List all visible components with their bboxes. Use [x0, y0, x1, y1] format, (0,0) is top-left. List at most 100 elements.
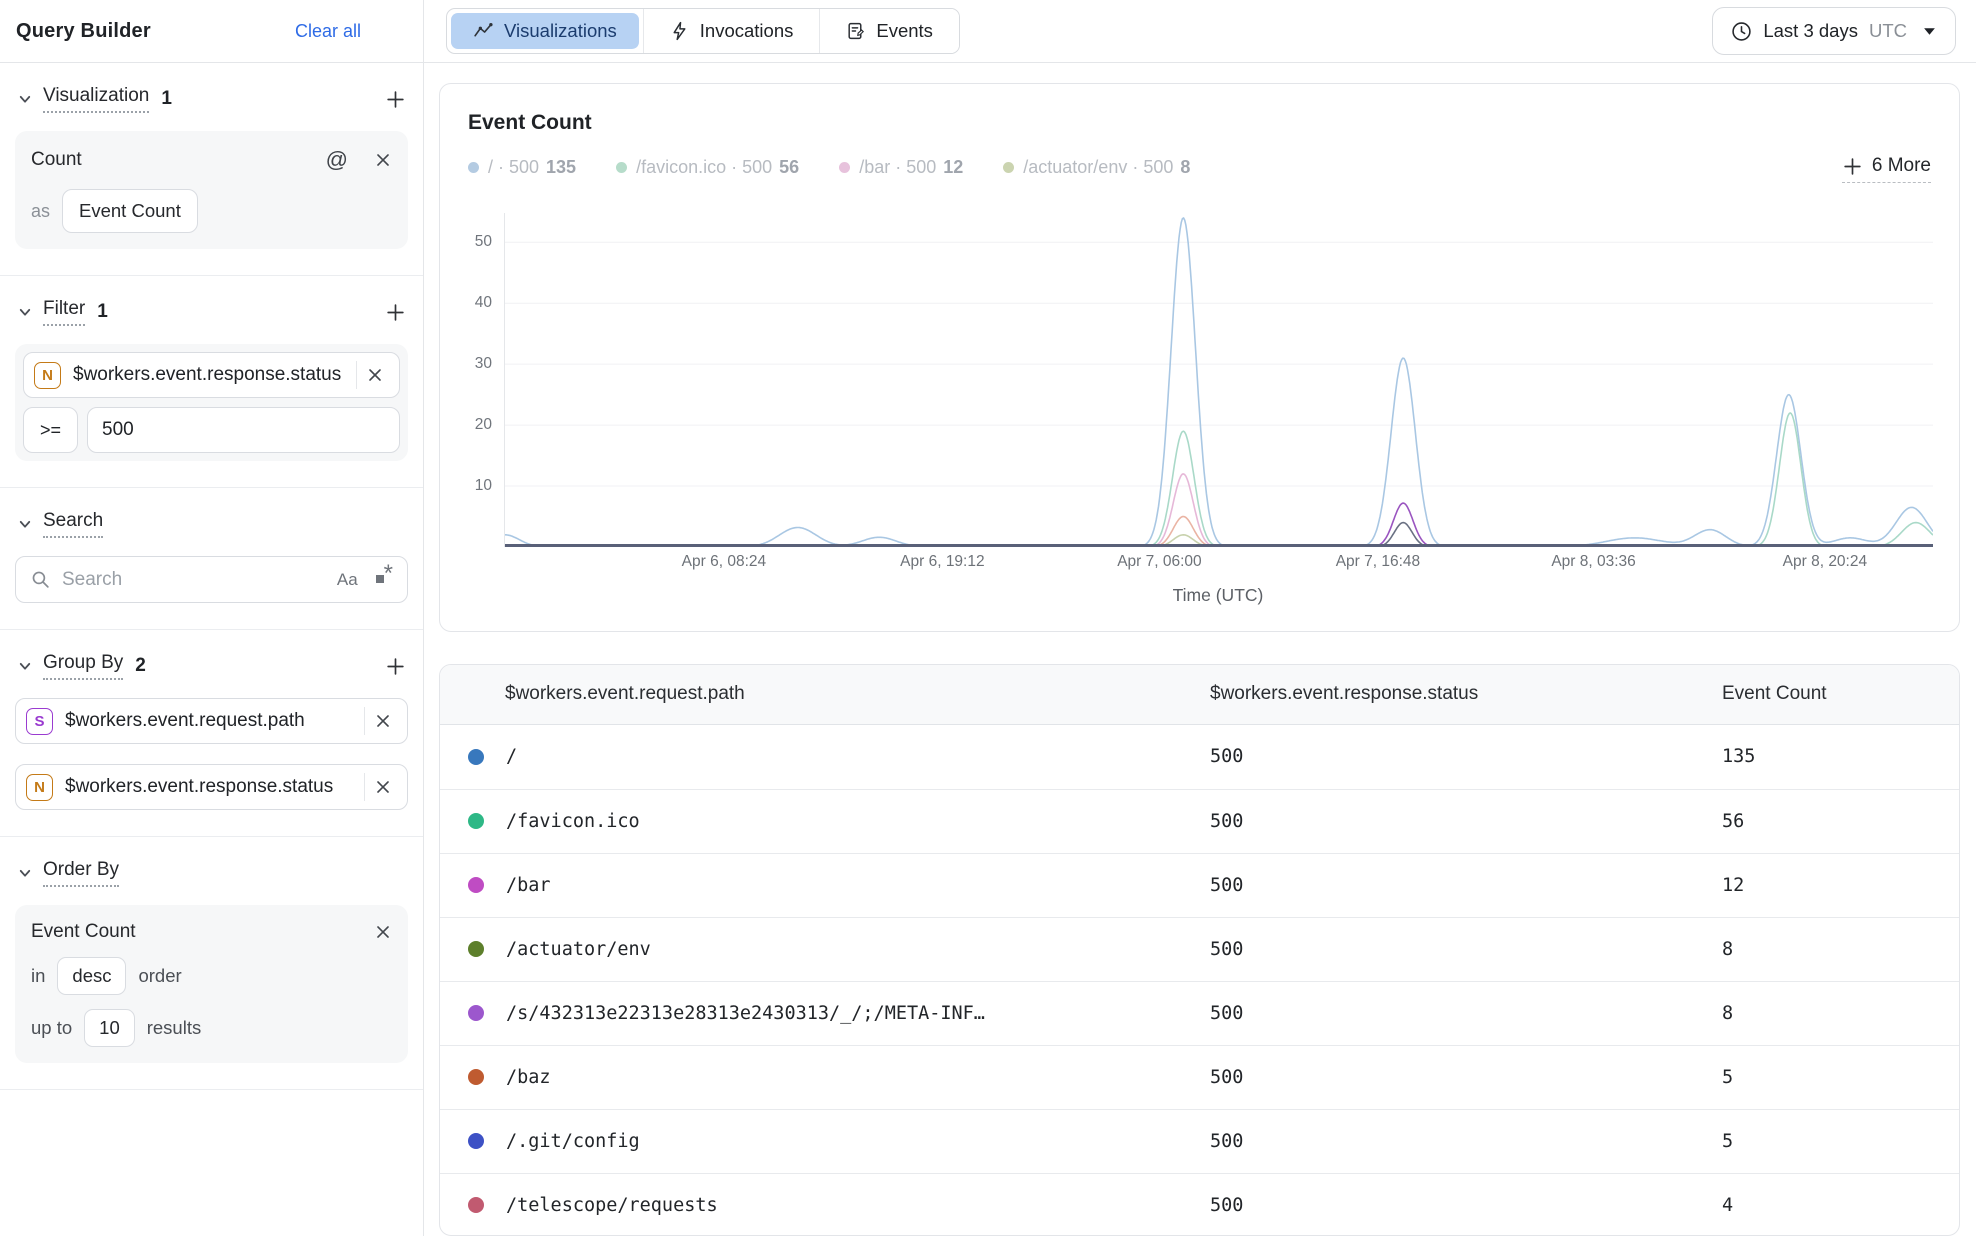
chart-plot-area: 1020304050 — [468, 213, 1931, 547]
time-range-label: Last 3 days — [1763, 20, 1858, 42]
chevron-down-icon[interactable] — [17, 516, 33, 532]
legend-label: /actuator/env · 500 — [1023, 157, 1173, 178]
in-label: in — [31, 965, 45, 987]
chevron-down-icon[interactable] — [17, 304, 33, 320]
number-type-icon: N — [26, 774, 53, 801]
group-by-section: Group By 2 S$workers.event.request.path N… — [0, 630, 423, 837]
results-table-card: $workers.event.request.path $workers.eve… — [439, 664, 1960, 1236]
legend-count: 56 — [779, 157, 799, 178]
chart-legend-items: / · 500135/favicon.ico · 500 56/bar · 500… — [468, 157, 1230, 178]
result-limit-input[interactable]: 10 — [84, 1009, 135, 1047]
legend-label: /favicon.ico · 500 — [636, 157, 772, 178]
filter-section: Filter 1 N $workers.event.response.statu… — [0, 276, 423, 488]
cell-request-path: /s/432313e22313e28313e2430313/_/;/META-I… — [506, 1003, 985, 1024]
visualization-section-title: Visualization — [43, 85, 149, 113]
chart-canvas[interactable] — [504, 213, 1931, 547]
regex-toggle-icon[interactable]: * — [376, 575, 393, 585]
series-color-dot — [468, 941, 484, 957]
tab-visualizations[interactable]: Visualizations — [451, 13, 639, 49]
x-axis-tick: Apr 8, 20:24 — [1755, 553, 1895, 571]
legend-label: / · 500 — [488, 157, 539, 178]
cell-event-count: 135 — [1722, 746, 1959, 767]
chart-card: Event Count / · 500135/favicon.ico · 500… — [439, 83, 1960, 632]
series-color-dot — [468, 1133, 484, 1149]
search-section-header: Search — [15, 510, 408, 556]
cell-response-status: 500 — [1210, 811, 1722, 832]
group-by-count-badge: 2 — [135, 655, 146, 677]
group-by-field[interactable]: S$workers.event.request.path — [15, 698, 408, 744]
tab-invocations-label: Invocations — [700, 20, 794, 42]
filter-value-input[interactable]: 500 — [87, 407, 400, 453]
search-section-title: Search — [43, 510, 103, 538]
order-by-section-header: Order By — [15, 859, 408, 905]
tab-visualizations-label: Visualizations — [504, 20, 617, 42]
filter-operator-select[interactable]: >= — [23, 407, 78, 453]
add-filter-button[interactable] — [385, 302, 406, 323]
filter-field[interactable]: N $workers.event.response.status — [23, 352, 400, 398]
cell-event-count: 12 — [1722, 875, 1959, 896]
legend-more-button[interactable]: 6 More — [1842, 155, 1931, 183]
chart-y-axis: 1020304050 — [468, 213, 504, 547]
tab-invocations[interactable]: Invocations — [643, 9, 820, 53]
x-axis-tick: Apr 7, 06:00 — [1089, 553, 1229, 571]
time-range-selector[interactable]: Last 3 days UTC — [1712, 7, 1956, 55]
search-box: Aa * — [15, 556, 408, 603]
table-body: /500135/favicon.ico50056/bar50012/actuat… — [440, 725, 1959, 1236]
series-color-dot — [839, 162, 850, 173]
cell-response-status: 500 — [1210, 939, 1722, 960]
visualization-card: Count @ as Event Count — [15, 131, 408, 249]
chevron-down-icon[interactable] — [17, 658, 33, 674]
table-row: /favicon.ico50056 — [440, 789, 1959, 853]
cell-request-path: / — [506, 746, 517, 767]
match-case-toggle[interactable]: Aa — [337, 570, 358, 590]
chevron-down-icon[interactable] — [17, 865, 33, 881]
legend-count: 8 — [1180, 157, 1190, 178]
table-header-row: $workers.event.request.path $workers.eve… — [440, 665, 1959, 725]
app-root: Query Builder Clear all Visualization 1 … — [0, 0, 1976, 1236]
cell-response-status: 500 — [1210, 746, 1722, 767]
legend-more-label: 6 More — [1872, 155, 1931, 177]
cell-response-status: 500 — [1210, 875, 1722, 896]
clear-all-link[interactable]: Clear all — [295, 21, 361, 42]
cell-event-count: 5 — [1722, 1067, 1959, 1088]
search-input[interactable] — [62, 569, 337, 591]
series-color-dot — [468, 1005, 484, 1021]
group-by-field[interactable]: N$workers.event.response.status — [15, 764, 408, 810]
legend-item[interactable]: /bar · 50012 — [839, 157, 963, 178]
x-axis-tick: Apr 6, 08:24 — [654, 553, 794, 571]
remove-filter-button[interactable] — [357, 366, 393, 384]
search-icon — [30, 569, 51, 590]
visualization-alias-button[interactable]: Event Count — [62, 189, 198, 233]
legend-count: 12 — [943, 157, 963, 178]
tab-events[interactable]: Events — [819, 9, 959, 53]
table-row: /s/432313e22313e28313e2430313/_/;/META-I… — [440, 981, 1959, 1045]
y-axis-tick: 30 — [475, 355, 492, 373]
remove-group-by-button[interactable] — [365, 778, 401, 796]
cell-response-status: 500 — [1210, 1195, 1722, 1216]
group-by-section-title: Group By — [43, 652, 123, 680]
visualization-count-badge: 1 — [161, 88, 172, 110]
lightning-bolt-icon — [670, 21, 689, 41]
cell-event-count: 8 — [1722, 1003, 1959, 1024]
legend-item[interactable]: /actuator/env · 500 8 — [1003, 157, 1190, 178]
add-visualization-button[interactable] — [385, 89, 406, 110]
remove-group-by-button[interactable] — [365, 712, 401, 730]
remove-visualization-button[interactable] — [374, 151, 392, 169]
group-by-fields: S$workers.event.request.path N$workers.ev… — [15, 698, 408, 810]
chart-x-axis-title: Time (UTC) — [504, 585, 1932, 606]
filter-card: N $workers.event.response.status >= 500 — [15, 344, 408, 461]
view-tabs: Visualizations Invocations Events — [446, 8, 960, 54]
cell-request-path: /baz — [506, 1067, 551, 1088]
add-group-by-button[interactable] — [385, 656, 406, 677]
order-direction-select[interactable]: desc — [57, 957, 126, 995]
chart-x-axis: Apr 6, 08:24Apr 6, 19:12Apr 7, 06:00Apr … — [504, 553, 1932, 575]
legend-item[interactable]: / · 500135 — [468, 157, 576, 178]
series-color-dot — [468, 877, 484, 893]
remove-order-by-button[interactable] — [374, 923, 392, 941]
number-type-icon: N — [34, 362, 61, 389]
cell-request-path: /favicon.ico — [506, 811, 640, 832]
at-sign-icon[interactable]: @ — [326, 147, 348, 173]
chevron-down-icon[interactable] — [17, 91, 33, 107]
table-row: /baz5005 — [440, 1045, 1959, 1109]
legend-item[interactable]: /favicon.ico · 500 56 — [616, 157, 799, 178]
